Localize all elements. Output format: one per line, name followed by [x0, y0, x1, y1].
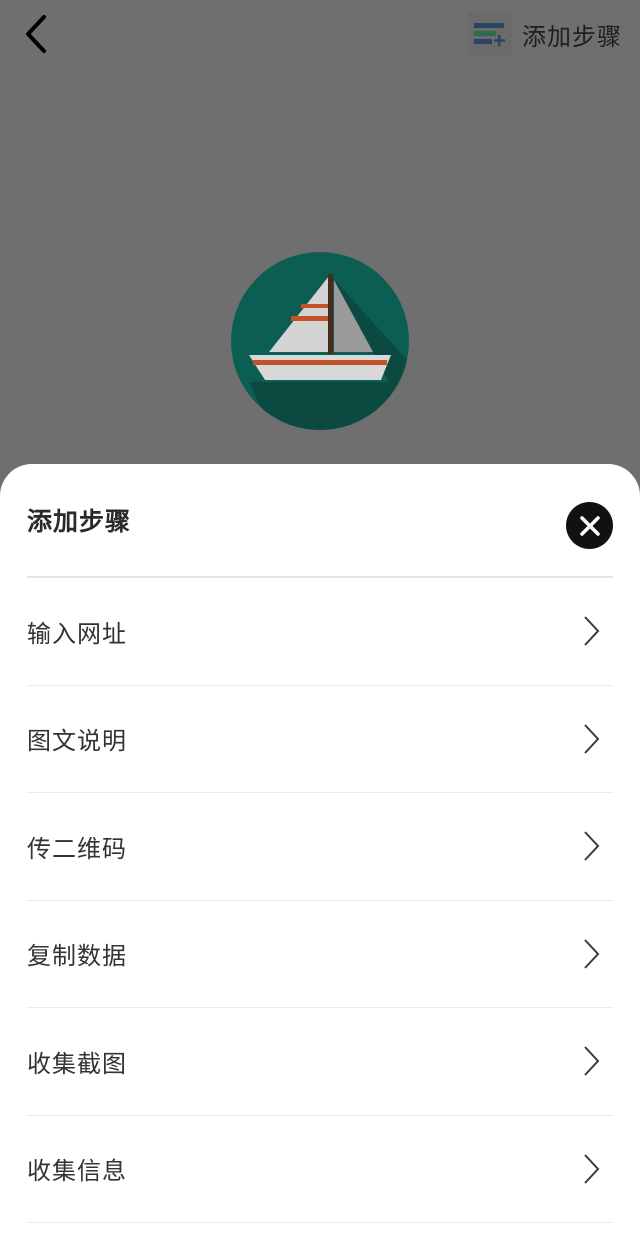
menu-item-copy-data[interactable]: 复制数据 — [27, 901, 613, 1008]
menu-item-label: 收集信息 — [27, 1157, 127, 1186]
chevron-right-icon — [581, 938, 601, 970]
chevron-right-icon — [581, 830, 601, 862]
menu-item-label: 收集截图 — [27, 1049, 127, 1078]
screen: 添加步骤 添加步骤 输入网址 图文说明 传二维码 复制数据 收集截图 收集信息 — [0, 0, 640, 1238]
menu-item-label: 输入网址 — [27, 619, 127, 648]
chevron-right-icon — [581, 1045, 601, 1077]
close-icon — [579, 515, 600, 536]
menu-item-label: 图文说明 — [27, 727, 127, 756]
list-add-icon — [468, 12, 512, 56]
chevron-right-icon — [581, 1153, 601, 1185]
chevron-left-icon — [26, 15, 46, 53]
sailboat-icon — [231, 252, 409, 430]
menu-item-label: 复制数据 — [27, 942, 127, 971]
sheet-header: 添加步骤 — [27, 464, 613, 578]
menu-item-collect-info[interactable]: 收集信息 — [27, 1116, 613, 1223]
chevron-right-icon — [581, 723, 601, 755]
chevron-right-icon — [581, 615, 601, 647]
add-step-top-label: 添加步骤 — [522, 22, 622, 51]
back-button[interactable] — [14, 12, 58, 56]
add-step-top-button[interactable]: 添加步骤 — [468, 12, 622, 56]
close-button[interactable] — [566, 502, 613, 549]
menu-item-label: 传二维码 — [27, 834, 127, 863]
sheet-title: 添加步骤 — [27, 507, 132, 536]
step-type-list: 输入网址 图文说明 传二维码 复制数据 收集截图 收集信息 — [27, 578, 613, 1223]
menu-item-input-url[interactable]: 输入网址 — [27, 578, 613, 686]
menu-item-text-image[interactable]: 图文说明 — [27, 686, 613, 793]
menu-item-collect-screenshot[interactable]: 收集截图 — [27, 1008, 613, 1116]
add-step-sheet: 添加步骤 输入网址 图文说明 传二维码 复制数据 收集截图 收集信息 — [0, 464, 640, 1238]
menu-item-upload-qrcode[interactable]: 传二维码 — [27, 793, 613, 901]
